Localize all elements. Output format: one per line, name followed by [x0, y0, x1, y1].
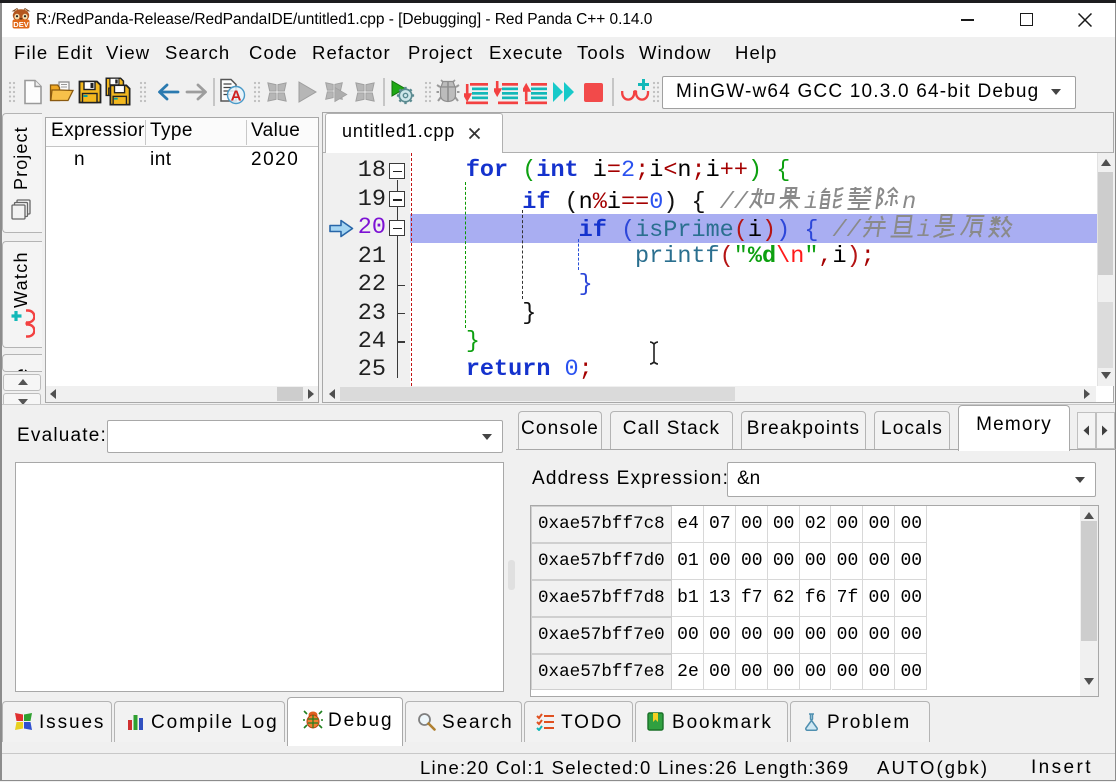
- svg-text:DEV: DEV: [13, 20, 28, 29]
- svg-text:A: A: [231, 88, 242, 105]
